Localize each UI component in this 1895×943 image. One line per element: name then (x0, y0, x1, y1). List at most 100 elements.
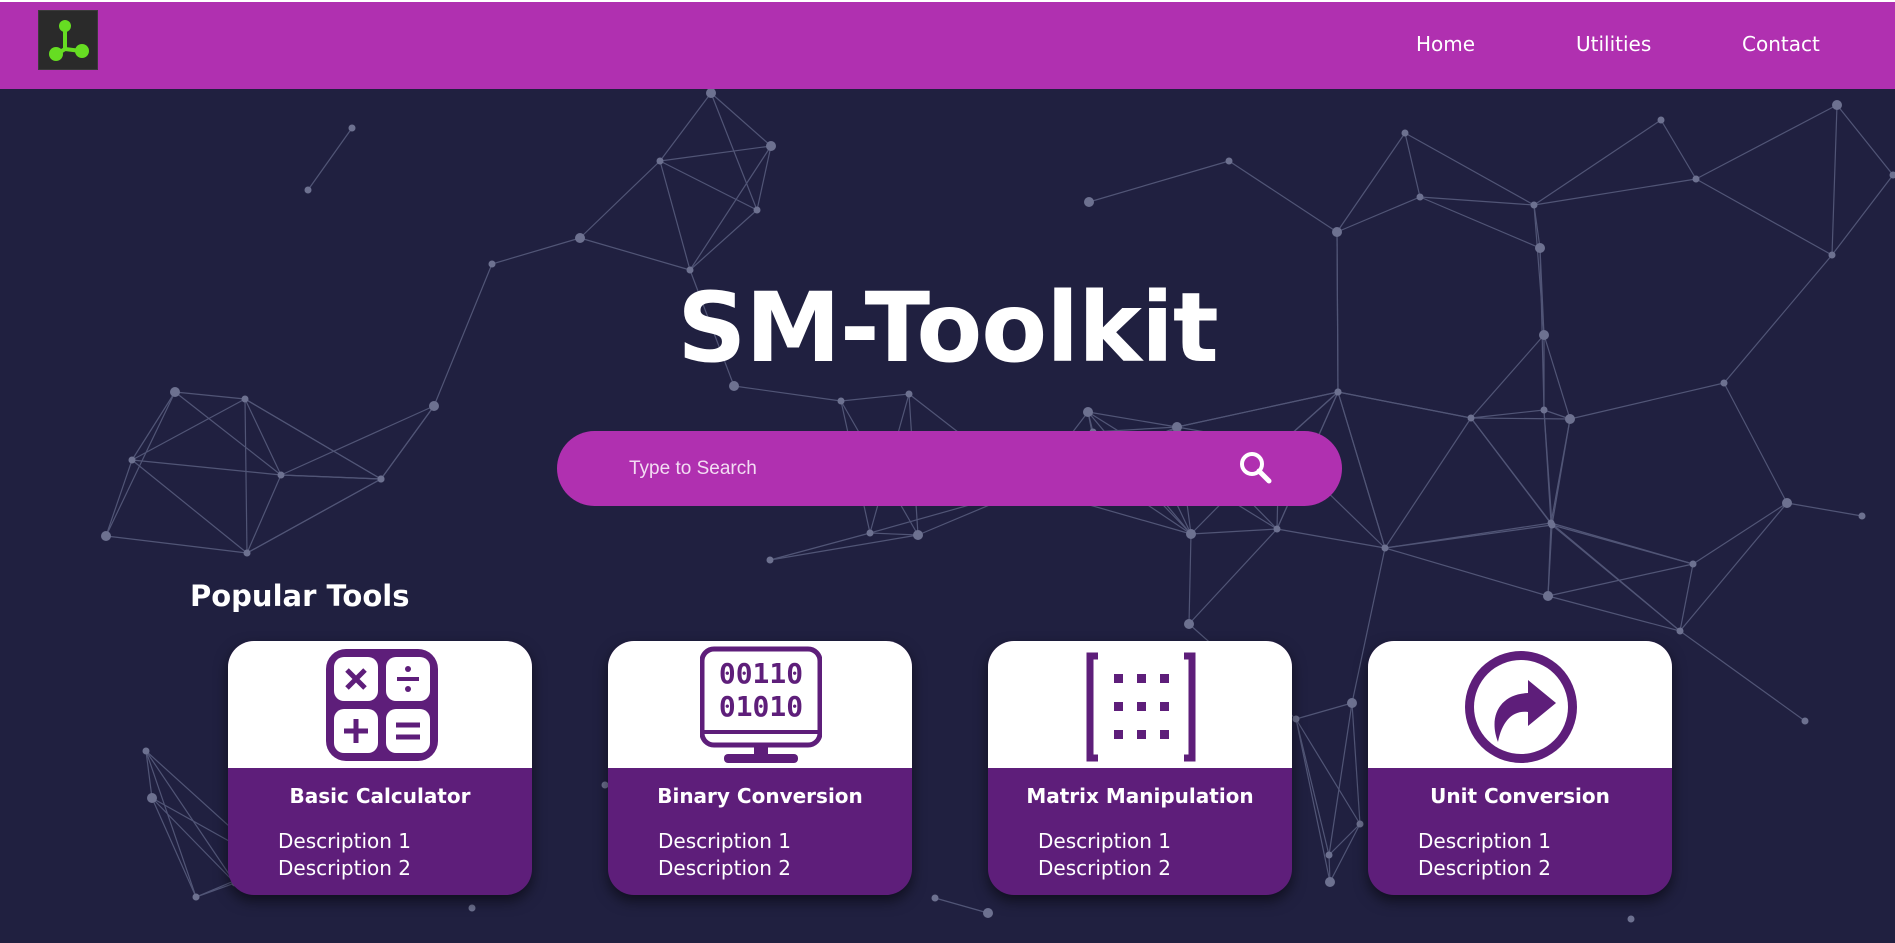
nav-contact[interactable]: Contact (1742, 32, 1820, 56)
network-edge (1533, 119, 1662, 206)
network-node (1548, 521, 1556, 529)
network-edge (491, 237, 581, 265)
network-edge (1228, 160, 1338, 233)
network-node (1416, 193, 1424, 201)
network-node (866, 529, 874, 537)
network-edge (280, 474, 382, 480)
network-edge (1188, 528, 1278, 625)
network-edge (131, 398, 246, 461)
network-node (241, 395, 249, 403)
network-edge (174, 391, 246, 400)
network-node (575, 233, 585, 243)
network-edge (1533, 178, 1697, 206)
network-node (1083, 407, 1093, 417)
search-bar (557, 431, 1342, 506)
card-description-2: Description 2 (1038, 856, 1171, 880)
network-edge (579, 160, 661, 239)
network-edge (246, 474, 282, 554)
binary-line-2: 01010 (719, 690, 803, 723)
network-edge (1384, 524, 1553, 549)
network-edge (659, 160, 691, 271)
network-edge (131, 459, 248, 554)
nav-home[interactable]: Home (1416, 32, 1475, 56)
network-edge (1569, 382, 1725, 420)
network-node (1381, 544, 1389, 552)
network-edge (1295, 718, 1361, 825)
network-node (1467, 414, 1475, 422)
network-edge (840, 393, 910, 402)
network-node (1325, 877, 1335, 887)
network-edge (1470, 417, 1553, 526)
network-edge (1176, 391, 1339, 428)
network-edge (1695, 178, 1833, 256)
network-node (1801, 717, 1809, 725)
binary-line-1: 00110 (719, 657, 803, 690)
network-edge (1723, 382, 1788, 504)
network-node (1356, 820, 1364, 828)
network-edge (1786, 502, 1863, 517)
network-edge (934, 897, 989, 914)
card-title: Binary Conversion (657, 784, 863, 808)
network-edge (1551, 524, 1681, 632)
network-node (1657, 116, 1665, 124)
search-input[interactable] (629, 449, 1229, 489)
card-description-2: Description 2 (278, 856, 411, 880)
card-description-2: Description 2 (658, 856, 791, 880)
network-node (277, 471, 285, 479)
network-edge (659, 145, 772, 162)
tool-card-unit-conversion[interactable]: Unit Conversion Description 1 Descriptio… (1368, 641, 1672, 895)
network-node (1540, 406, 1548, 414)
network-edge (1836, 104, 1894, 176)
network-edge (1088, 160, 1230, 203)
binary-monitor-icon: 00110 01010 (700, 646, 822, 763)
network-node (1828, 251, 1836, 259)
network-node (1401, 129, 1409, 137)
network-edge (131, 459, 282, 476)
network-node (1347, 698, 1357, 708)
network-edge (733, 385, 842, 402)
network-edge (1695, 104, 1838, 180)
network-edge (244, 398, 248, 554)
tool-card-binary-conversion[interactable]: 00110 01010 Binary Conversion Descriptio… (608, 641, 912, 895)
network-edge (1660, 119, 1697, 180)
network-node (468, 904, 476, 912)
network-edge (710, 92, 772, 147)
page-title: SM-Toolkit (677, 272, 1219, 384)
card-title: Unit Conversion (1430, 784, 1610, 808)
network-edge (769, 534, 919, 561)
logo-graph-icon (49, 20, 89, 61)
network-node (1292, 715, 1300, 723)
network-edge (1404, 132, 1421, 198)
network-edge (1831, 104, 1838, 256)
card-description-1: Description 1 (1418, 829, 1551, 853)
network-edge (1295, 702, 1353, 720)
network-edge (174, 391, 282, 476)
network-edge (307, 127, 353, 191)
search-icon[interactable] (1237, 449, 1275, 487)
navbar: Home Utilities Contact (0, 2, 1895, 89)
network-edge (869, 532, 919, 536)
network-node (931, 894, 939, 902)
network-node (1676, 627, 1684, 635)
network-edge (1551, 418, 1571, 526)
network-edge (1692, 502, 1788, 565)
card-icon-area (228, 641, 532, 768)
network-node (753, 206, 761, 214)
network-node (656, 157, 664, 165)
network-node (1689, 560, 1697, 568)
card-icon-area: 00110 01010 (608, 641, 912, 768)
network-edge (1679, 630, 1806, 722)
network-edge (756, 145, 772, 211)
nav-utilities[interactable]: Utilities (1576, 32, 1651, 56)
network-edge (151, 797, 197, 898)
network-node (1325, 851, 1333, 859)
network-edge (105, 391, 176, 537)
network-node (1225, 157, 1233, 165)
network-edge (1551, 524, 1694, 565)
logo[interactable] (38, 10, 98, 70)
network-node (304, 186, 312, 194)
network-node (983, 908, 993, 918)
tool-card-matrix-manipulation[interactable]: Matrix Manipulation Description 1 Descri… (988, 641, 1292, 895)
network-node (766, 556, 774, 564)
tool-card-basic-calculator[interactable]: Basic Calculator Description 1 Descripti… (228, 641, 532, 895)
